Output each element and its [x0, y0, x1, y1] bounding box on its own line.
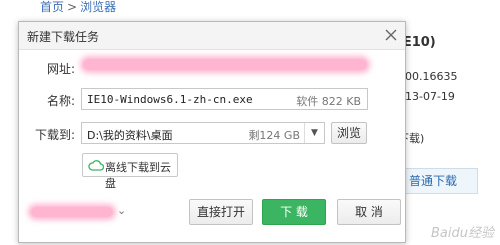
dropdown-arrow-icon[interactable]: ▼ — [304, 123, 324, 143]
account-redacted[interactable] — [31, 207, 113, 217]
cloud-icon — [88, 160, 104, 171]
browse-button[interactable]: 浏览 — [331, 122, 367, 144]
breadcrumb-current-link[interactable]: 浏览器 — [80, 0, 116, 14]
normal-download-button[interactable]: 普通下载 — [398, 168, 478, 194]
cancel-button[interactable]: 取 消 — [337, 199, 401, 225]
breadcrumb-separator: > — [67, 0, 78, 14]
close-icon[interactable] — [383, 27, 399, 43]
breadcrumb-home-link[interactable]: 首页 — [40, 0, 64, 14]
cloud-button-label: 离线下载到云盘 — [105, 161, 171, 190]
url-redacted-value[interactable] — [83, 59, 367, 70]
name-label: 名称: — [46, 94, 75, 108]
url-label: 网址: — [46, 62, 75, 76]
offline-cloud-download-button[interactable]: 离线下载到云盘 — [82, 153, 178, 190]
open-directly-button[interactable]: 直接打开 — [189, 199, 253, 225]
download-button[interactable]: 下 载 — [262, 199, 326, 225]
chevron-down-icon[interactable]: ⌄ — [117, 204, 126, 217]
filename-field[interactable]: IE10-Windows6.1-zh-cn.exe 软件 822 KB — [81, 88, 368, 110]
save-to-label: 下载到: — [34, 128, 75, 142]
bg-version: 200.16635 — [398, 70, 458, 83]
free-space: 剩124 GB — [248, 129, 300, 142]
save-path-field[interactable]: D:\我的资料\桌面 剩124 GB ▼ — [81, 122, 325, 144]
dialog-title: 新建下载任务 — [27, 30, 100, 44]
save-path-value: D:\我的资料\桌面 — [87, 129, 173, 142]
file-size: 软件 822 KB — [296, 95, 361, 108]
breadcrumb: 首页 > 浏览器 — [40, 0, 116, 16]
filename-value: IE10-Windows6.1-zh-cn.exe — [87, 93, 253, 106]
dialog-titlebar[interactable]: 新建下载任务 — [19, 22, 405, 50]
new-download-dialog: 新建下载任务 网址: 名称: IE10-Windows6.1-zh-cn.exe… — [18, 21, 406, 243]
watermark: Baidu经验 — [431, 226, 494, 241]
bg-date: 013-07-19 — [398, 90, 455, 103]
